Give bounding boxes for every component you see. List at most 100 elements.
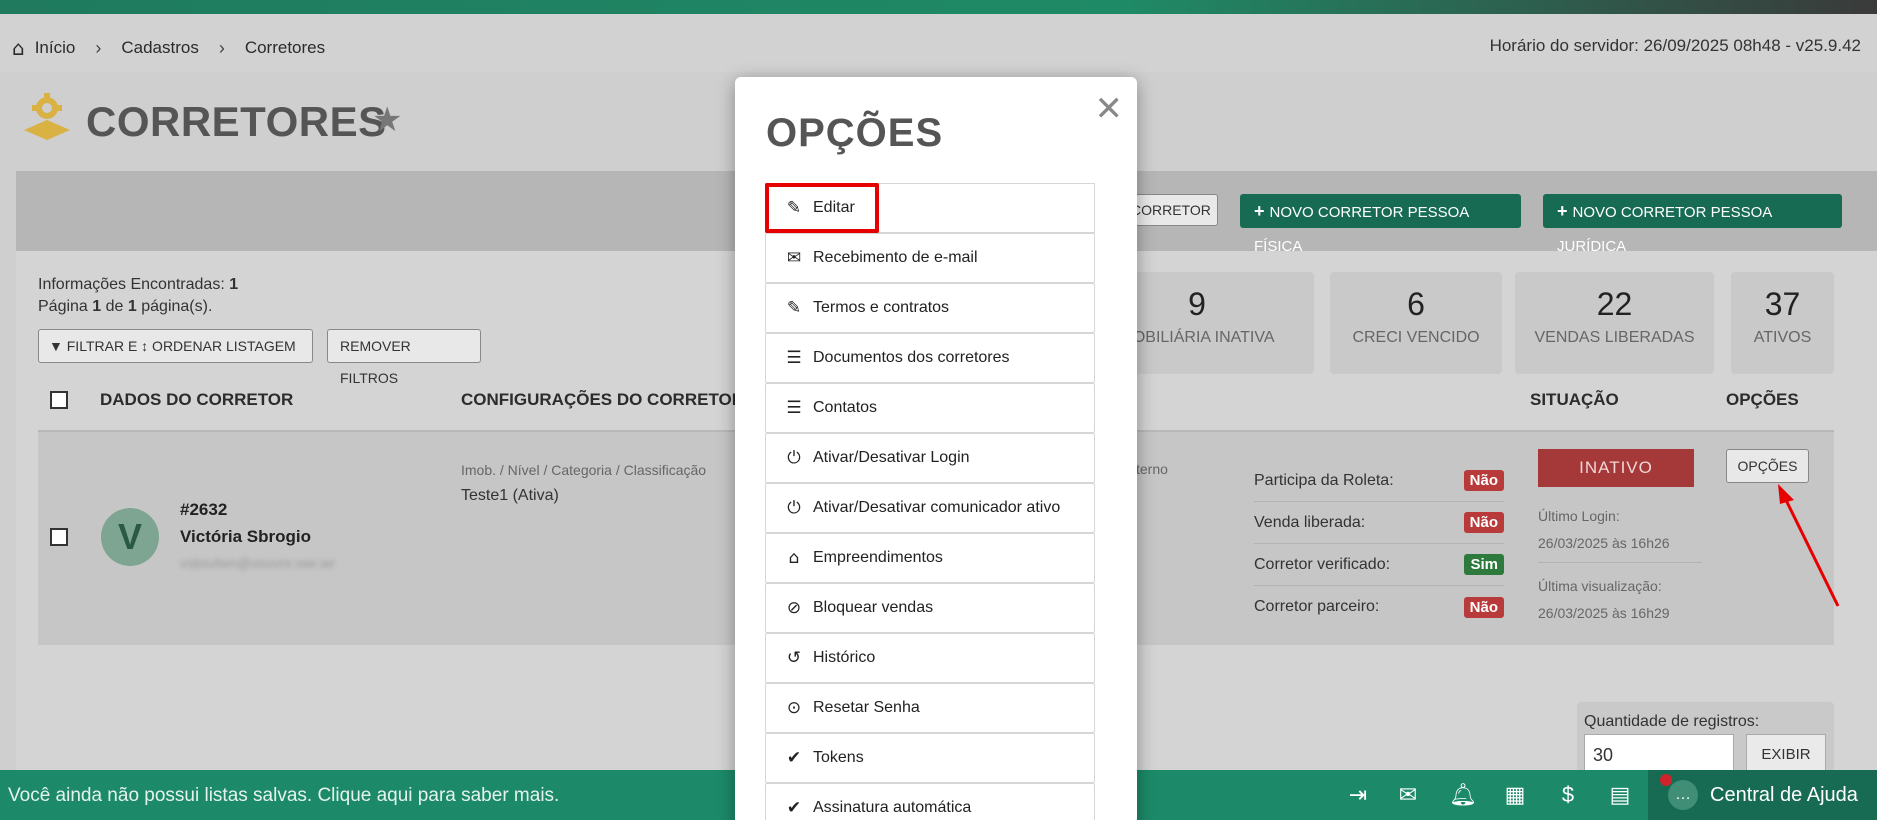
flag-badge: Não: [1463, 596, 1504, 618]
option-recebimento-email[interactable]: ✉ Recebimento de e-mail: [765, 233, 1095, 283]
calendar-icon[interactable]: ▦: [1500, 780, 1530, 810]
header-config[interactable]: CONFIGURAÇÕES DO CORRETOR: [461, 390, 744, 410]
option-ativar-comunicador[interactable]: ⏻ Ativar/Desativar comunicador ativo: [765, 483, 1095, 533]
divider: [1538, 562, 1702, 563]
new-pj-button[interactable]: + NOVO CORRETOR PESSOA JURÍDICA: [1543, 194, 1842, 255]
page-text-c: página(s).: [141, 298, 213, 315]
edit-icon: ✎: [786, 198, 802, 218]
modal-title: OPÇÕES: [766, 111, 944, 155]
option-label: Assinatura automática: [813, 799, 972, 816]
page-text-a: Página: [38, 298, 88, 315]
option-label: Editar: [813, 199, 855, 216]
options-modal: OPÇÕES ✕ ✎ Editar ✉ Recebimento de e-mail …: [735, 77, 1137, 820]
ban-icon: ⊘: [786, 598, 802, 618]
broker-name[interactable]: Victória Sbrogio: [180, 527, 311, 547]
mail-star-icon[interactable]: ✉: [1393, 780, 1423, 810]
found-count: 1: [229, 276, 239, 293]
option-label: Ativar/Desativar comunicador ativo: [813, 499, 1061, 516]
flag-row: Corretor verificado: Sim: [1254, 544, 1504, 586]
chevron-right-icon: ›: [218, 37, 225, 58]
home-icon: ⌂: [788, 548, 800, 568]
chevron-right-icon: ›: [95, 37, 102, 58]
option-assinatura-automatica[interactable]: ✔ Assinatura automática: [765, 783, 1095, 820]
option-historico[interactable]: ↺ Histórico: [765, 633, 1095, 683]
power-icon: ⏻: [787, 448, 801, 468]
option-tokens[interactable]: ✔ Tokens: [765, 733, 1095, 783]
stat-card-creci-vencido[interactable]: 6 CRECI VENCIDO: [1330, 272, 1502, 374]
broker-id: #2632: [180, 500, 228, 519]
check-icon: ✔: [786, 798, 802, 818]
header-opcoes: OPÇÕES: [1726, 390, 1799, 409]
stat-card-vendas-liberadas[interactable]: 22 VENDAS LIBERADAS: [1515, 272, 1714, 374]
option-contatos[interactable]: ☰ Contatos: [765, 383, 1095, 433]
stat-label: VENDAS LIBERADAS: [1534, 329, 1695, 346]
close-icon[interactable]: ✕: [1095, 89, 1124, 129]
remove-filters-button[interactable]: REMOVER FILTROS: [327, 329, 481, 386]
filter-order-button[interactable]: ▼ FILTRAR E ↕ ORDENAR LISTAGEM: [38, 329, 313, 363]
home-icon[interactable]: ⌂: [12, 36, 25, 60]
flag-label: Corretor verificado:: [1254, 555, 1391, 573]
option-label: Empreendimentos: [813, 549, 943, 566]
show-button[interactable]: EXIBIR: [1746, 734, 1826, 774]
dollar-icon[interactable]: $: [1553, 780, 1583, 810]
stat-label: CRECI VENCIDO: [1352, 329, 1480, 346]
edit-icon: ✎: [786, 298, 802, 318]
stat-number: 37: [1764, 286, 1801, 322]
status-badge: INATIVO: [1538, 449, 1694, 487]
row-options-button[interactable]: OPÇÕES: [1726, 449, 1809, 483]
qty-label: Quantidade de registros:: [1584, 713, 1760, 730]
page-num: 1: [92, 298, 102, 315]
gear-logo-icon: [24, 93, 70, 140]
last-login-value: 26/03/2025 às 16h26: [1538, 535, 1670, 551]
flag-label: Participa da Roleta:: [1254, 471, 1394, 489]
option-ativar-login[interactable]: ⏻ Ativar/Desativar Login: [765, 433, 1095, 483]
config-caption: Imob. / Nível / Categoria / Classificaçã…: [461, 462, 707, 478]
red-arrow-icon: [1778, 484, 1840, 607]
stat-card-ativos[interactable]: 37 ATIVOS: [1731, 272, 1834, 374]
page-text-b: de: [105, 298, 124, 315]
flag-badge: Sim: [1464, 554, 1504, 575]
option-empreendimentos[interactable]: ⌂ Empreendimentos: [765, 533, 1095, 583]
flag-badge: Não: [1463, 470, 1504, 491]
header-dados[interactable]: DADOS DO CORRETOR: [100, 390, 293, 410]
help-center-button[interactable]: … Central de Ajuda: [1648, 770, 1877, 820]
option-documentos[interactable]: ☰ Documentos dos corretores: [765, 333, 1095, 383]
option-termos-contratos[interactable]: ✎ Termos e contratos: [765, 283, 1095, 333]
option-label: Contatos: [813, 399, 878, 416]
breadcrumb-home[interactable]: Início: [35, 38, 76, 58]
breadcrumb-item-corretores: Corretores: [244, 38, 326, 57]
row-checkbox[interactable]: [50, 528, 68, 546]
saved-lists-message[interactable]: Você ainda não possui listas salvas. Cli…: [8, 785, 559, 807]
bell-icon[interactable]: 🔔︎: [1448, 780, 1478, 810]
extra-caption: terno: [1136, 461, 1168, 477]
flag-badge: Não: [1463, 512, 1504, 533]
info-page: Página 1 de 1 página(s).: [38, 298, 212, 316]
calculator-icon[interactable]: ▤: [1605, 780, 1635, 810]
check-icon: ✔: [786, 748, 802, 768]
breadcrumb-item-cadastros[interactable]: Cadastros: [121, 38, 198, 58]
option-editar[interactable]: ✎ Editar: [765, 183, 879, 233]
select-all-checkbox[interactable]: [50, 391, 68, 409]
power-icon: ⏻: [787, 498, 801, 518]
flag-row: Participa da Roleta: Não: [1254, 460, 1504, 502]
collapse-right-icon[interactable]: ⇥: [1343, 780, 1373, 810]
avatar: V: [101, 508, 159, 566]
filter-order-label: FILTRAR E ↕ ORDENAR LISTAGEM: [66, 338, 296, 354]
qty-input[interactable]: 30: [1584, 734, 1734, 774]
star-icon[interactable]: ★: [372, 100, 402, 140]
new-pf-button[interactable]: + NOVO CORRETOR PESSOA FÍSICA: [1240, 194, 1521, 255]
option-label: Recebimento de e-mail: [813, 249, 978, 266]
info-found: Informações Encontradas: 1: [38, 276, 238, 294]
option-bloquear-vendas[interactable]: ⊘ Bloquear vendas: [765, 583, 1095, 633]
check-circle-icon: ⊙: [786, 698, 802, 718]
option-label: Bloquear vendas: [813, 599, 934, 616]
option-label: Tokens: [813, 749, 864, 766]
flag-label: Corretor parceiro:: [1254, 598, 1380, 615]
help-center-label: Central de Ajuda: [1710, 784, 1858, 806]
flag-row: Corretor parceiro: Não: [1254, 586, 1504, 628]
option-label: Histórico: [813, 649, 876, 666]
stat-number: 22: [1596, 286, 1633, 322]
header-situacao[interactable]: SITUAÇÃO: [1530, 390, 1619, 410]
server-time: Horário do servidor: 26/09/2025 08h48 - …: [1489, 36, 1861, 55]
option-resetar-senha[interactable]: ⊙ Resetar Senha: [765, 683, 1095, 733]
